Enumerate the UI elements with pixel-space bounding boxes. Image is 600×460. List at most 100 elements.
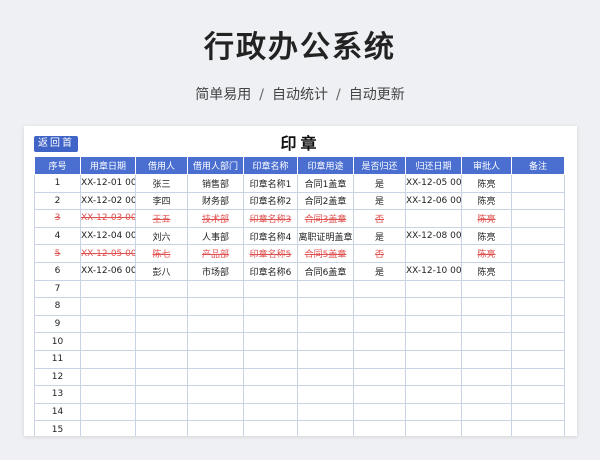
table-cell[interactable]: 印章名称3 — [243, 209, 298, 228]
table-cell[interactable]: 否 — [353, 209, 406, 228]
column-header[interactable]: 是否归还 — [353, 156, 406, 175]
table-cell[interactable]: XX-12-06 00:00 — [405, 191, 462, 211]
table-cell[interactable] — [511, 174, 565, 193]
table-cell[interactable]: 11 — [34, 349, 81, 369]
table-cell[interactable]: 印章名称6 — [243, 261, 298, 281]
table-cell[interactable] — [405, 209, 462, 228]
table-cell[interactable] — [135, 367, 188, 387]
table-cell[interactable] — [187, 297, 244, 316]
table-cell[interactable]: 4 — [34, 226, 81, 246]
table-cell[interactable]: 陈亮 — [461, 261, 512, 281]
table-cell[interactable]: 财务部 — [187, 191, 244, 211]
table-cell[interactable]: 印章名称4 — [243, 226, 298, 246]
table-cell[interactable]: 印章名称2 — [243, 191, 298, 211]
table-cell[interactable] — [353, 297, 406, 316]
table-cell[interactable] — [405, 385, 462, 404]
table-cell[interactable]: 合同3盖章 — [297, 209, 354, 228]
table-cell[interactable] — [297, 332, 354, 351]
table-cell[interactable]: 离职证明盖章 — [297, 226, 354, 246]
table-cell[interactable] — [353, 402, 406, 422]
table-cell[interactable] — [297, 279, 354, 299]
table-cell[interactable] — [353, 314, 406, 334]
table-cell[interactable] — [511, 349, 565, 369]
table-cell[interactable] — [511, 385, 565, 404]
table-cell[interactable] — [511, 402, 565, 422]
table-cell[interactable] — [511, 261, 565, 281]
table-cell[interactable]: 2 — [34, 191, 81, 211]
table-cell[interactable] — [461, 385, 512, 404]
column-header[interactable]: 审批人 — [461, 156, 512, 175]
table-cell[interactable] — [135, 420, 188, 436]
table-cell[interactable] — [461, 420, 512, 436]
table-cell[interactable]: 13 — [34, 385, 81, 404]
table-cell[interactable] — [511, 332, 565, 351]
table-cell[interactable] — [187, 385, 244, 404]
table-cell[interactable]: 合同2盖章 — [297, 191, 354, 211]
table-cell[interactable] — [353, 279, 406, 299]
table-cell[interactable] — [187, 279, 244, 299]
table-cell[interactable]: XX-12-06 00:00 — [80, 261, 136, 281]
table-cell[interactable]: 14 — [34, 402, 81, 422]
table-cell[interactable]: 8 — [34, 297, 81, 316]
table-cell[interactable]: 陈亮 — [461, 191, 512, 211]
table-cell[interactable]: 陈亮 — [461, 209, 512, 228]
table-cell[interactable]: XX-12-04 00:00 — [80, 226, 136, 246]
table-cell[interactable] — [243, 332, 298, 351]
table-cell[interactable] — [511, 191, 565, 211]
table-cell[interactable] — [135, 402, 188, 422]
table-cell[interactable]: XX-12-05 00:00 — [80, 244, 136, 263]
table-cell[interactable] — [511, 279, 565, 299]
table-cell[interactable]: 产品部 — [187, 244, 244, 263]
table-cell[interactable]: 15 — [34, 420, 81, 436]
table-cell[interactable]: XX-12-10 00:00 — [405, 261, 462, 281]
table-cell[interactable]: 张三 — [135, 174, 188, 193]
table-cell[interactable] — [511, 244, 565, 263]
table-cell[interactable] — [80, 279, 136, 299]
table-cell[interactable] — [297, 349, 354, 369]
table-cell[interactable]: XX-12-01 00:00 — [80, 174, 136, 193]
table-cell[interactable] — [80, 314, 136, 334]
table-cell[interactable] — [511, 209, 565, 228]
table-cell[interactable]: 市场部 — [187, 261, 244, 281]
table-cell[interactable] — [187, 332, 244, 351]
column-header[interactable]: 借用人 — [135, 156, 188, 175]
table-cell[interactable] — [243, 279, 298, 299]
table-cell[interactable] — [243, 385, 298, 404]
table-cell[interactable] — [297, 297, 354, 316]
table-cell[interactable]: 5 — [34, 244, 81, 263]
table-cell[interactable] — [297, 314, 354, 334]
table-cell[interactable]: 李四 — [135, 191, 188, 211]
table-cell[interactable]: 12 — [34, 367, 81, 387]
table-cell[interactable] — [80, 349, 136, 369]
table-cell[interactable]: 10 — [34, 332, 81, 351]
table-cell[interactable] — [511, 314, 565, 334]
table-cell[interactable]: 合同5盖章 — [297, 244, 354, 263]
table-cell[interactable] — [187, 420, 244, 436]
table-cell[interactable] — [461, 332, 512, 351]
table-cell[interactable] — [187, 314, 244, 334]
table-cell[interactable] — [405, 367, 462, 387]
table-cell[interactable]: 是 — [353, 174, 406, 193]
table-cell[interactable]: 合同6盖章 — [297, 261, 354, 281]
table-cell[interactable] — [243, 402, 298, 422]
table-cell[interactable] — [80, 297, 136, 316]
table-cell[interactable] — [511, 226, 565, 246]
table-cell[interactable]: 1 — [34, 174, 81, 193]
table-cell[interactable] — [461, 279, 512, 299]
table-cell[interactable] — [135, 332, 188, 351]
table-cell[interactable] — [135, 297, 188, 316]
table-cell[interactable] — [135, 279, 188, 299]
table-cell[interactable]: 是 — [353, 191, 406, 211]
column-header[interactable]: 印章名称 — [243, 156, 298, 175]
table-cell[interactable]: 陈亮 — [461, 244, 512, 263]
column-header[interactable]: 备注 — [511, 156, 565, 175]
column-header[interactable]: 用章日期 — [80, 156, 136, 175]
table-cell[interactable]: 陈亮 — [461, 174, 512, 193]
table-cell[interactable]: 王五 — [135, 209, 188, 228]
table-cell[interactable] — [243, 367, 298, 387]
table-cell[interactable]: 人事部 — [187, 226, 244, 246]
table-cell[interactable] — [297, 385, 354, 404]
table-cell[interactable] — [187, 402, 244, 422]
table-cell[interactable] — [353, 385, 406, 404]
table-cell[interactable] — [243, 349, 298, 369]
